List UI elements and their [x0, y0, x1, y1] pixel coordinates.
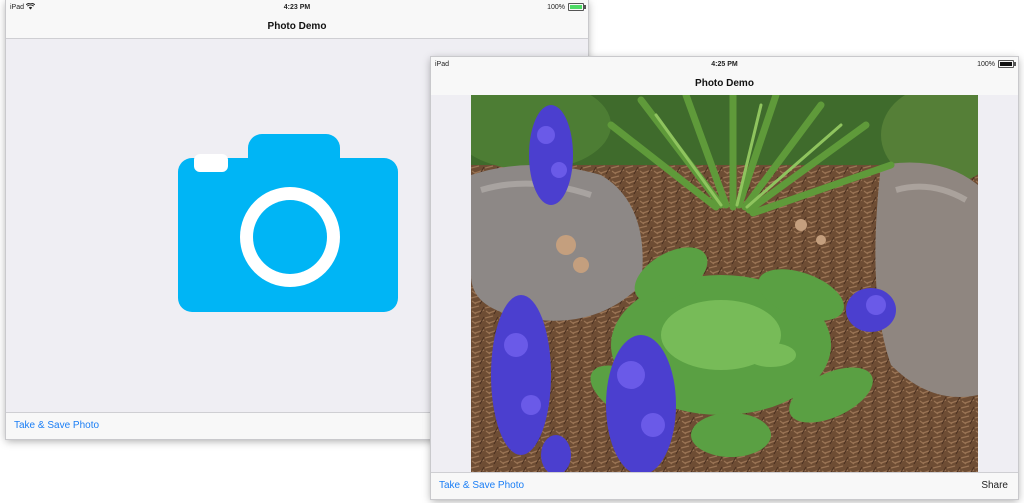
status-time: 4:23 PM [283, 4, 311, 11]
take-save-photo-button[interactable]: Take & Save Photo [14, 420, 99, 431]
battery-indicator: 100% [977, 60, 1016, 68]
ipad-screen-photo: iPad 4:25 PM 100% Photo Demo Take & Save… [431, 57, 1018, 499]
bottom-toolbar: Take & Save Photo Share [431, 472, 1018, 499]
status-time: 4:25 PM [711, 61, 738, 68]
battery-percent: 100% [547, 3, 565, 11]
image-view [431, 95, 1018, 474]
nav-title: Photo Demo [431, 73, 1018, 96]
camera-icon [178, 134, 398, 319]
flower-photo [471, 95, 978, 474]
take-save-photo-button[interactable]: Take & Save Photo [439, 480, 524, 491]
battery-indicator: 100% [547, 3, 586, 11]
status-bar: iPad 4:23 PM 100% [6, 0, 588, 16]
battery-icon [998, 60, 1016, 68]
share-button[interactable]: Share [981, 480, 1008, 491]
nav-title: Photo Demo [6, 16, 588, 39]
status-bar: iPad 4:25 PM 100% [431, 57, 1018, 73]
battery-icon [568, 3, 586, 11]
battery-percent: 100% [977, 60, 995, 68]
